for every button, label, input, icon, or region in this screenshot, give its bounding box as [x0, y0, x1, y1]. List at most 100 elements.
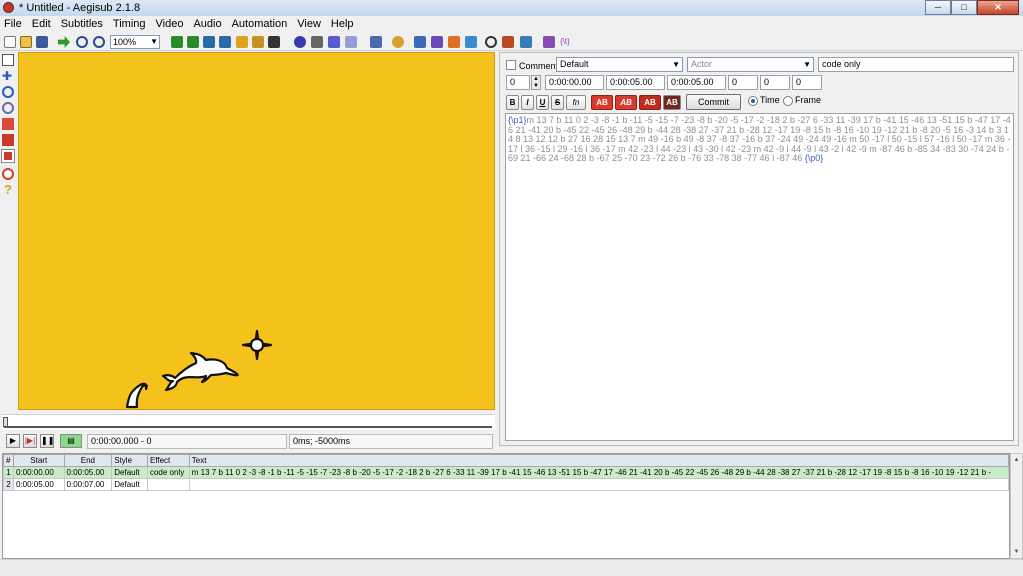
menu-edit[interactable]: Edit: [32, 16, 51, 33]
style-select[interactable]: Default ▼: [556, 57, 683, 72]
table-row[interactable]: 2 0:00:05.00 0:00:07.00 Default: [3, 478, 1009, 491]
spell-checker-icon[interactable]: [502, 36, 514, 48]
close-button[interactable]: ✕: [977, 0, 1019, 15]
video-display[interactable]: [18, 52, 495, 410]
margin-left-field[interactable]: 0: [728, 75, 758, 90]
header-start[interactable]: Start: [12, 454, 65, 467]
menu-audio[interactable]: Audio: [193, 16, 221, 33]
automation-icon[interactable]: [370, 36, 382, 48]
seek-thumb[interactable]: [3, 417, 8, 427]
subtitles-grid[interactable]: # Start End Style Effect Text 1 0:00:00.…: [2, 453, 1010, 559]
fonts-collector-icon[interactable]: [345, 36, 357, 48]
grid-scrollbar[interactable]: ▲ ▼: [1010, 453, 1023, 559]
header-style[interactable]: Style: [111, 454, 148, 467]
video-seek-slider[interactable]: [2, 414, 495, 430]
attachments-icon[interactable]: [328, 36, 340, 48]
style-assistant-icon[interactable]: [431, 36, 443, 48]
translation-assistant-icon[interactable]: [414, 36, 426, 48]
vector-clip-icon[interactable]: [1, 149, 15, 163]
subtitle-text-editor[interactable]: {\p1}m 13 7 b 11 0 2 -3 -8 -1 b -11 -5 -…: [505, 113, 1014, 441]
fix-karaoke-icon[interactable]: [448, 36, 460, 48]
play-button[interactable]: ▶: [6, 434, 20, 448]
primary-color-button[interactable]: AB: [591, 95, 613, 110]
open-folder-icon[interactable]: [20, 36, 32, 48]
strikeout-button[interactable]: S: [551, 95, 564, 110]
new-file-icon[interactable]: [4, 36, 16, 48]
scroll-up-icon[interactable]: ▲: [1011, 454, 1022, 466]
actor-select[interactable]: Actor ▼: [687, 57, 814, 72]
drag-tool-icon[interactable]: ✚: [2, 70, 14, 82]
comment-checkbox[interactable]: [506, 60, 516, 70]
outline-color-button[interactable]: AB: [639, 95, 661, 110]
menu-automation[interactable]: Automation: [232, 16, 288, 33]
menu-subtitles[interactable]: Subtitles: [61, 16, 103, 33]
margin-vertical-field[interactable]: 0: [792, 75, 822, 90]
underline-button[interactable]: U: [536, 95, 549, 110]
snap-start-icon[interactable]: [171, 36, 183, 48]
kanji-timer-icon[interactable]: [268, 36, 280, 48]
rotate-z-icon[interactable]: [2, 86, 14, 98]
auto-scroll-toggle[interactable]: ▤: [60, 434, 82, 448]
font-face-button[interactable]: fn: [566, 95, 586, 110]
save-icon[interactable]: [36, 36, 48, 48]
shadow-color-button[interactable]: AB: [663, 95, 681, 110]
clip-tool-icon[interactable]: [2, 134, 14, 146]
commit-button[interactable]: Commit: [686, 94, 741, 110]
end-time-field[interactable]: 0:00:05.00: [606, 75, 665, 90]
header-effect[interactable]: Effect: [146, 454, 190, 467]
play-line-button[interactable]: |▶|: [23, 434, 37, 448]
timing-clock-icon[interactable]: [485, 36, 497, 48]
layer-spin-control[interactable]: ▲ ▼: [531, 75, 541, 90]
properties-icon[interactable]: [311, 36, 323, 48]
realtime-clock-icon[interactable]: [2, 168, 14, 180]
duration-field[interactable]: 0:00:05.00: [667, 75, 726, 90]
timing-post-processor-icon[interactable]: [252, 36, 264, 48]
italic-button[interactable]: I: [521, 95, 534, 110]
styles-manager-icon[interactable]: [294, 36, 306, 48]
zoom-select[interactable]: 100% ▼: [110, 35, 160, 49]
bold-button[interactable]: B: [506, 95, 519, 110]
stop-button[interactable]: ❚❚: [40, 434, 54, 448]
zoom-in-icon[interactable]: [76, 36, 88, 48]
jump-to-icon[interactable]: [58, 36, 70, 48]
row-text: m 13 7 b 11 0 2 -3 -8 -1 b -11 -5 -15 -7…: [188, 466, 1009, 479]
table-row[interactable]: 1 0:00:00.00 0:00:05.00 Default code onl…: [3, 466, 1009, 479]
header-end[interactable]: End: [63, 454, 113, 467]
header-number[interactable]: #: [3, 454, 14, 467]
minimize-button[interactable]: ─: [925, 0, 951, 15]
shift-times-icon[interactable]: [236, 36, 248, 48]
menu-view[interactable]: View: [297, 16, 321, 33]
sparkle-shape: [241, 329, 273, 361]
layer-field[interactable]: 0: [506, 75, 530, 90]
menu-timing[interactable]: Timing: [113, 16, 146, 33]
row-text: [188, 478, 1009, 491]
snap-end-icon[interactable]: [187, 36, 199, 48]
standard-tool-icon[interactable]: [2, 54, 14, 66]
help-icon[interactable]: ?: [2, 183, 14, 196]
visual-typesetting-icon[interactable]: [465, 36, 477, 48]
start-time-field[interactable]: 0:00:00.00: [545, 75, 604, 90]
zoom-out-icon[interactable]: [93, 36, 105, 48]
drawing-preview: [125, 329, 273, 409]
snap-keyframe-icon[interactable]: [219, 36, 231, 48]
resample-icon[interactable]: [392, 36, 404, 48]
menu-help[interactable]: Help: [331, 16, 354, 33]
row-end: 0:00:05.00: [63, 466, 113, 479]
maximize-button[interactable]: □: [951, 0, 977, 15]
scale-tool-icon[interactable]: [2, 118, 14, 130]
time-radio[interactable]: [748, 96, 758, 106]
find-replace-icon[interactable]: [520, 36, 532, 48]
rotate-xy-icon[interactable]: [2, 102, 14, 114]
scroll-down-icon[interactable]: ▼: [1011, 546, 1022, 558]
snap-scene-icon[interactable]: [203, 36, 215, 48]
tag-hiding-icon[interactable]: {\t}: [560, 36, 572, 48]
menu-file[interactable]: File: [4, 16, 22, 33]
frame-radio[interactable]: [783, 96, 793, 106]
effect-field[interactable]: code only: [818, 57, 1014, 72]
secondary-color-button[interactable]: AB: [615, 95, 637, 110]
options-icon[interactable]: [543, 36, 555, 48]
video-controls: ▶ |▶| ❚❚ ▤ 0:00:00.000 - 0 0ms; -5000ms: [2, 433, 497, 451]
menu-video[interactable]: Video: [156, 16, 184, 33]
margin-right-field[interactable]: 0: [760, 75, 790, 90]
header-text[interactable]: Text: [188, 454, 1009, 467]
